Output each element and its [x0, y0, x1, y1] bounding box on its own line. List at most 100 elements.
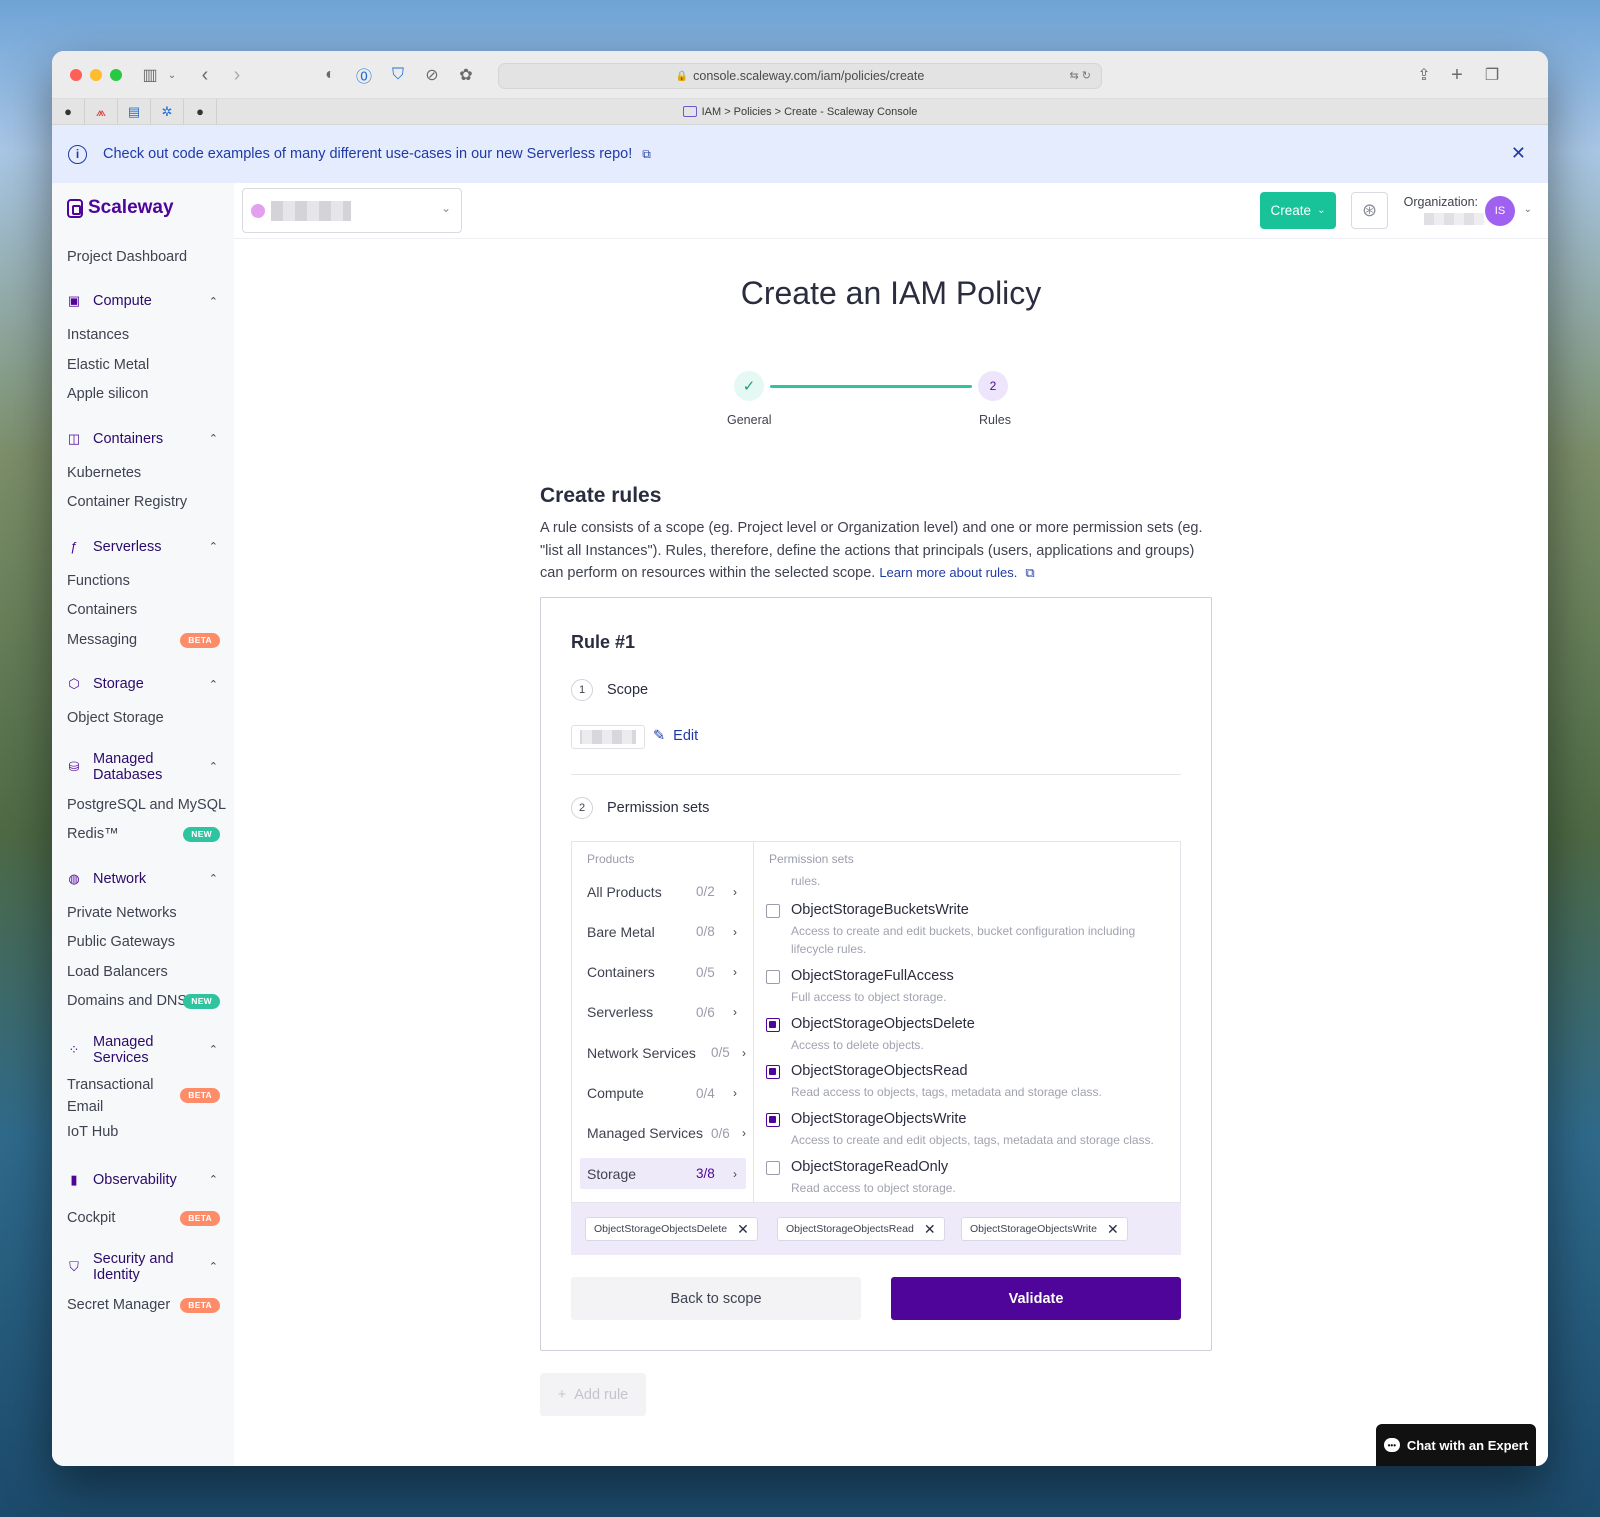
chevron-up-icon[interactable]: ⌃ [209, 540, 218, 553]
chevron-up-icon[interactable]: ⌃ [209, 295, 218, 308]
sidebar-group-security-and-identity[interactable]: ⛉ Security and Identity ⌃ [52, 1248, 234, 1286]
chevron-down-icon[interactable]: ⌄ [1524, 204, 1532, 215]
pinned-window-icon[interactable]: ▤ [118, 98, 151, 125]
remove-tag-icon[interactable]: ✕ [737, 1221, 749, 1238]
validate-button[interactable]: Validate [891, 1277, 1181, 1320]
product-row[interactable]: Containers 0/5 › [580, 957, 746, 988]
learn-more-link[interactable]: Learn more about rules. [879, 565, 1017, 580]
github-icon[interactable]: ● [52, 98, 85, 125]
sidebar-item-object-storage[interactable]: Object Storage [52, 704, 234, 734]
sidebar-item-instances[interactable]: Instances [52, 321, 234, 351]
edit-scope-link[interactable]: ✎ Edit [653, 728, 698, 744]
chevron-up-icon[interactable]: ⌃ [209, 678, 218, 691]
chevron-up-icon[interactable]: ⌃ [209, 1042, 218, 1058]
sidebar-group-compute[interactable]: ▣ Compute ⌃ [52, 286, 234, 316]
sidebar-item-elastic-metal[interactable]: Elastic Metal [52, 351, 234, 381]
sidebar-group-storage[interactable]: ⬡ Storage ⌃ [52, 669, 234, 699]
products-column[interactable]: Products All Products 0/2 › Bare Metal 0/8 › C… [572, 842, 754, 1202]
address-bar[interactable]: 🔒 console.scaleway.com/iam/policies/crea… [498, 63, 1102, 89]
new-tab-icon[interactable]: + [1445, 63, 1469, 87]
permission-name[interactable]: ObjectStorageObjectsWrite [791, 1111, 966, 1127]
remove-tag-icon[interactable]: ✕ [1107, 1221, 1119, 1238]
shield-check-icon[interactable]: ⛉ [386, 63, 410, 87]
create-button[interactable]: Create ⌄ [1260, 192, 1336, 229]
external-link-icon[interactable]: ⧉ [642, 147, 651, 162]
paw-icon[interactable]: ✿ [454, 63, 478, 87]
minimize-window-button[interactable] [90, 69, 102, 81]
pinned-app-icon[interactable]: ⩕ [85, 98, 118, 125]
chevron-up-icon[interactable]: ⌃ [209, 1259, 218, 1275]
help-button[interactable]: ⊛ [1351, 192, 1388, 229]
chevron-down-icon[interactable]: ⌄ [160, 63, 184, 87]
sidebar-item-private-networks[interactable]: Private Networks [52, 899, 234, 929]
forward-icon[interactable]: › [225, 63, 249, 87]
sidebar-item-postgresql-and-mysql[interactable]: PostgreSQL and MySQL [52, 791, 234, 821]
permission-checkbox[interactable] [766, 1113, 780, 1127]
sidebar-item-public-gateways[interactable]: Public Gateways [52, 928, 234, 958]
sidebar-item-iot-hub[interactable]: IoT Hub [52, 1118, 234, 1148]
sidebar-item-apple-silicon[interactable]: Apple silicon [52, 380, 234, 410]
sidebar-item-transactional-email[interactable]: Transactional Email BETA [52, 1074, 234, 1118]
scaleway-logo[interactable]: Scaleway [67, 197, 174, 219]
chevron-up-icon[interactable]: ⌃ [209, 1172, 218, 1188]
permission-checkbox[interactable] [766, 904, 780, 918]
close-window-button[interactable] [70, 69, 82, 81]
chevron-up-icon[interactable]: ⌃ [209, 432, 218, 445]
permission-name[interactable]: ObjectStorageObjectsDelete [791, 1016, 975, 1032]
remove-tag-icon[interactable]: ✕ [924, 1221, 936, 1238]
sidebar-group-observability[interactable]: ▮ Observability ⌃ [52, 1161, 234, 1199]
sidebar-toggle-icon[interactable]: ▥ [138, 63, 162, 87]
permission-name[interactable]: ObjectStorageFullAccess [791, 968, 954, 984]
project-selector[interactable]: ⌄ [242, 188, 462, 233]
add-rule-button[interactable]: + Add rule [540, 1373, 646, 1416]
active-tab[interactable]: IAM > Policies > Create - Scaleway Conso… [52, 105, 1548, 118]
product-row[interactable]: Serverless 0/6 › [580, 997, 746, 1028]
sidebar-item-load-balancers[interactable]: Load Balancers [52, 958, 234, 988]
password-manager-icon[interactable]: ⓪ [352, 63, 376, 87]
sidebar-item-containers[interactable]: Containers [52, 596, 234, 626]
avatar[interactable]: IS [1485, 196, 1515, 226]
permissions-column[interactable]: Permission sets rules. ObjectStorageBuck… [754, 842, 1180, 1202]
shield-half-icon[interactable]: ◐ [318, 63, 342, 87]
banner-text[interactable]: Check out code examples of many differen… [103, 146, 632, 162]
permission-checkbox[interactable] [766, 1065, 780, 1079]
back-to-scope-button[interactable]: Back to scope [571, 1277, 861, 1320]
product-row[interactable]: Storage 3/8 › [580, 1158, 746, 1190]
chevron-up-icon[interactable]: ⌃ [209, 759, 218, 775]
sidebar-item-redis-[interactable]: Redis™ NEW [52, 820, 234, 850]
sidebar-item-messaging[interactable]: Messaging BETA [52, 626, 234, 656]
sidebar-item-domains-and-dns[interactable]: Domains and DNS NEW [52, 987, 234, 1017]
sidebar-group-containers[interactable]: ◫ Containers ⌃ [52, 424, 234, 454]
sidebar-item-project-dashboard[interactable]: Project Dashboard [52, 243, 234, 272]
permission-checkbox[interactable] [766, 1161, 780, 1175]
tabs-overview-icon[interactable]: ❐ [1480, 63, 1504, 87]
github-icon[interactable]: ● [184, 98, 217, 125]
sidebar-item-cockpit[interactable]: Cockpit BETA [52, 1204, 234, 1234]
sidebar-group-managed-services[interactable]: ⁘ Managed Services ⌃ [52, 1031, 234, 1069]
permission-name[interactable]: ObjectStorageReadOnly [791, 1159, 948, 1175]
sidebar-item-container-registry[interactable]: Container Registry [52, 488, 234, 518]
sidebar-group-managed-databases[interactable]: ⛁ Managed Databases ⌃ [52, 748, 234, 786]
permission-name[interactable]: ObjectStorageBucketsWrite [791, 902, 969, 918]
zoom-window-button[interactable] [110, 69, 122, 81]
permission-name[interactable]: ObjectStorageObjectsRead [791, 1063, 968, 1079]
sidebar-item-kubernetes[interactable]: Kubernetes [52, 459, 234, 489]
external-link-icon[interactable]: ⧉ [1025, 565, 1034, 580]
permission-checkbox[interactable] [766, 1018, 780, 1032]
reload-icon[interactable]: ⇆ ↻ [1070, 69, 1092, 82]
product-row[interactable]: Managed Services 0/6 › [580, 1118, 746, 1149]
pinned-sync-icon[interactable]: ✲ [151, 98, 184, 125]
chat-with-expert-button[interactable]: ••• Chat with an Expert [1376, 1424, 1536, 1466]
block-icon[interactable]: ⊘ [420, 63, 444, 87]
close-icon[interactable]: ✕ [1511, 143, 1526, 164]
product-row[interactable]: Compute 0/4 › [580, 1078, 746, 1109]
product-row[interactable]: All Products 0/2 › [580, 876, 746, 907]
sidebar-item-functions[interactable]: Functions [52, 567, 234, 597]
sidebar-group-network[interactable]: ◍ Network ⌃ [52, 864, 234, 894]
product-row[interactable]: Network Services 0/5 › [580, 1037, 746, 1068]
chevron-up-icon[interactable]: ⌃ [209, 872, 218, 885]
permission-checkbox[interactable] [766, 970, 780, 984]
share-icon[interactable]: ⇪ [1412, 63, 1436, 87]
back-icon[interactable]: ‹ [193, 63, 217, 87]
sidebar-group-serverless[interactable]: ƒ Serverless ⌃ [52, 532, 234, 562]
